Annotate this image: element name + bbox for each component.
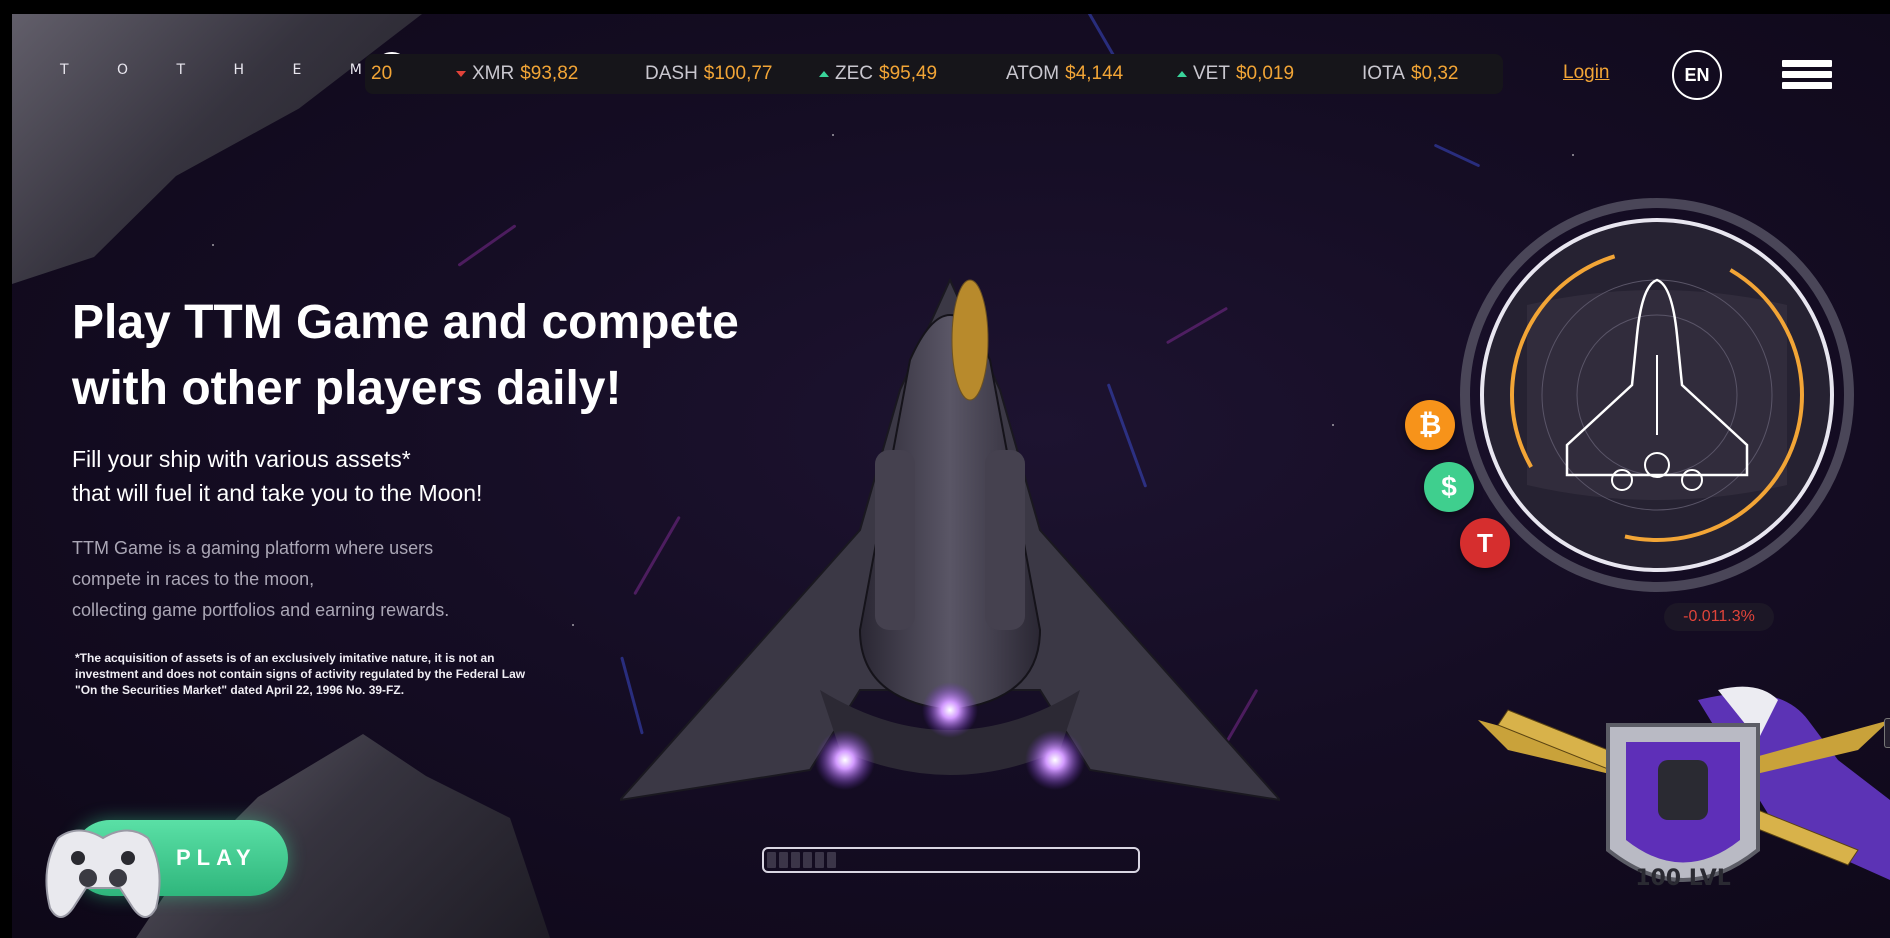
ticker-symbol: IOTA (1362, 63, 1405, 84)
ticker-symbol: XMR (472, 63, 515, 84)
ticker-item: ATOM $4,144 (1006, 63, 1123, 85)
tesla-coin-icon[interactable]: T (1460, 518, 1510, 568)
ticker-symbol: ZEC (835, 63, 873, 84)
trend-up-icon (819, 71, 829, 77)
ship-radar-display (1460, 198, 1854, 592)
ticker-item: XMR $93,82 (456, 63, 578, 85)
logo-text: T O T H E M (60, 62, 384, 78)
spaceship-illustration (620, 277, 1280, 802)
ticker-price: $4,144 (1065, 63, 1124, 84)
play-button-label[interactable]: PLAY (176, 845, 257, 871)
star (832, 134, 834, 136)
bitcoin-coin-icon[interactable]: ₿ (1405, 400, 1455, 450)
ticker-symbol: DASH (645, 63, 698, 84)
subheading-line: Fill your ship with various assets* (72, 446, 411, 472)
ticker-item: DASH $100,77 (645, 63, 772, 85)
login-link[interactable]: Login (1563, 62, 1610, 84)
star (572, 624, 574, 626)
star-streak (1433, 143, 1481, 168)
ticker-price: $0,019 (1235, 63, 1295, 84)
fuel-segment (815, 852, 824, 868)
ticker-item: 20 (371, 63, 392, 85)
ticker-item: IOTA $0,32 (1362, 63, 1458, 85)
hamburger-menu-icon[interactable] (1782, 60, 1832, 90)
hero-description: TTM Game is a gaming platform where user… (72, 533, 542, 626)
fuel-segment (779, 852, 788, 868)
description-line: compete in races to the moon, (72, 569, 315, 589)
legal-disclaimer: *The acquisition of assets is of an excl… (75, 651, 526, 697)
dollar-coin-icon[interactable]: $ (1424, 462, 1474, 512)
subheading-line: that will fuel it and take you to the Mo… (72, 480, 483, 506)
trend-down-icon (456, 71, 466, 77)
ticker-price: $95,49 (879, 63, 938, 84)
language-switcher[interactable]: EN (1672, 50, 1722, 100)
ticker-symbol: VET (1193, 63, 1230, 84)
badge-level-text: 100 LVL (1635, 866, 1731, 891)
ticker-price: $0,32 (1410, 63, 1459, 84)
gamepad-icon (45, 829, 161, 918)
fuel-segment (827, 852, 836, 868)
level-badge-emblem: 100 LVL (1478, 686, 1890, 891)
ticker-price: $100,77 (703, 63, 773, 84)
ticker-item: VET $0,019 (1177, 63, 1294, 85)
description-line: TTM Game is a gaming platform where user… (72, 538, 434, 558)
fuel-segment (803, 852, 812, 868)
star-streak (457, 224, 517, 267)
star (1332, 424, 1334, 426)
star (1572, 154, 1574, 156)
hero-subheading: Fill your ship with various assets* that… (72, 442, 632, 510)
fuel-segment (791, 852, 800, 868)
ticker-price: $93,82 (520, 63, 579, 84)
price-ticker: 20 XMR $93,82 DASH $100,77 ZEC $95,49 ATOM $4,14… (365, 54, 1503, 94)
description-line: collecting game portfolios and earning r… (72, 600, 450, 620)
fuel-progress-bar (762, 847, 1140, 873)
portfolio-change-badge: -0.011.3% (1664, 603, 1774, 631)
trend-up-icon (1177, 71, 1187, 77)
ticker-symbol: ATOM (1006, 63, 1060, 84)
ticker-price: 20 (371, 63, 393, 84)
side-panel-tab[interactable] (1884, 718, 1890, 748)
headline-line: with other players daily! (72, 362, 622, 415)
fuel-segment (767, 852, 776, 868)
star (212, 244, 214, 246)
ticker-item: ZEC $95,49 (819, 63, 937, 85)
